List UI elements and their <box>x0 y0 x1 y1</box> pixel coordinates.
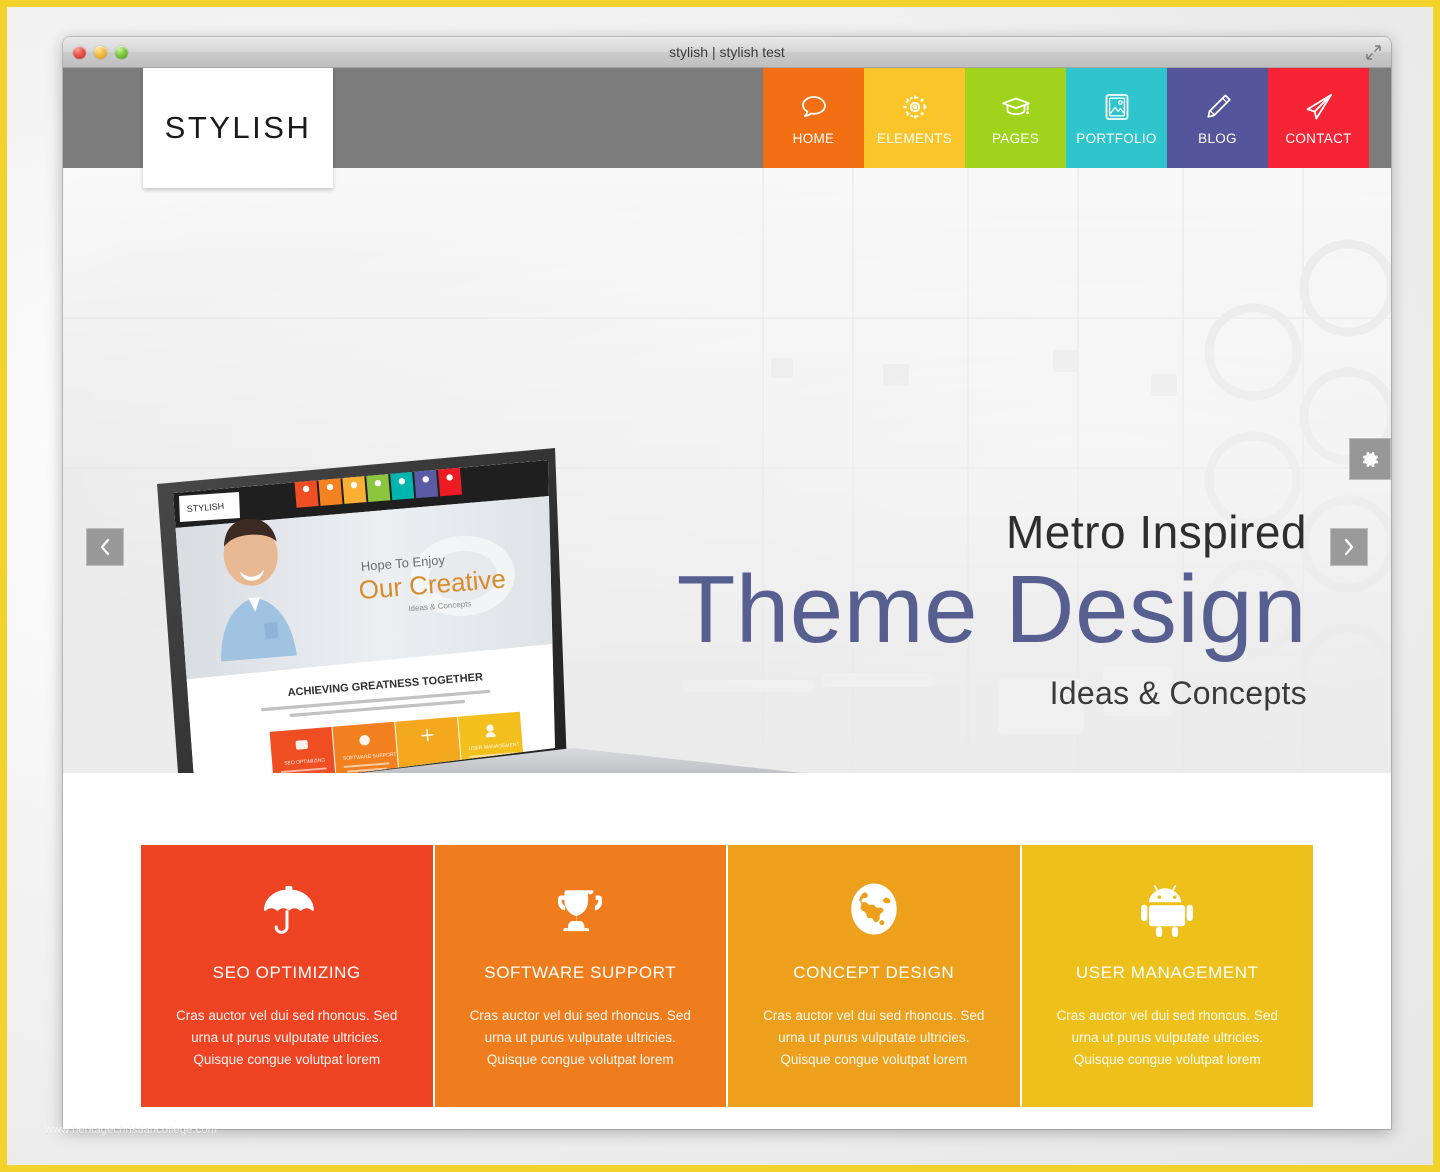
feature-card-description: Cras auctor vel dui sed rhoncus. Sed urn… <box>176 1008 398 1067</box>
site-header: STYLISH HOME ELEMENTS PAGES PORTFOLIO BL… <box>63 68 1391 188</box>
hero-line-3: Ideas & Concepts <box>1049 675 1307 712</box>
features-section: SEO OPTIMIZING Cras auctor vel dui sed r… <box>63 773 1391 1129</box>
slider-prev-button[interactable] <box>86 528 124 566</box>
globe-icon <box>746 875 1002 943</box>
nav-item-label: BLOG <box>1198 131 1237 146</box>
nav-item-portfolio[interactable]: PORTFOLIO <box>1066 68 1167 168</box>
feature-card-title: CONCEPT DESIGN <box>793 963 955 982</box>
settings-panel-toggle[interactable] <box>1349 438 1391 480</box>
feature-card-seo-optimizing[interactable]: SEO OPTIMIZING Cras auctor vel dui sed r… <box>141 845 433 1107</box>
nav-item-label: CONTACT <box>1285 131 1352 146</box>
trophy-icon <box>453 875 709 943</box>
paper-plane-icon <box>1302 90 1336 124</box>
hero-slider: STYLISH Hope To Enjoy Our Creative Ideas… <box>63 168 1391 773</box>
watermark-text: www.heritagechristiancollege.com <box>45 1124 218 1136</box>
graduation-cap-icon <box>999 90 1033 124</box>
page-viewport: STYLISH HOME ELEMENTS PAGES PORTFOLIO BL… <box>63 68 1391 1129</box>
nav-item-pages[interactable]: PAGES <box>965 68 1066 168</box>
gear-icon <box>898 90 932 124</box>
feature-card-description: Cras auctor vel dui sed rhoncus. Sed urn… <box>763 1008 985 1067</box>
hero-line-1: Metro Inspired <box>1005 506 1307 558</box>
chevron-left-icon <box>100 538 110 556</box>
browser-window: stylish | stylish test STYLISH HOME ELEM… <box>63 37 1391 1129</box>
nav-item-blog[interactable]: BLOG <box>1167 68 1268 168</box>
feature-card-software-support[interactable]: SOFTWARE SUPPORT Cras auctor vel dui sed… <box>434 845 726 1107</box>
nav-item-contact[interactable]: CONTACT <box>1268 68 1369 168</box>
site-logo-text: STYLISH <box>164 110 312 145</box>
umbrella-icon <box>159 875 415 943</box>
pencil-icon <box>1201 90 1235 124</box>
site-logo[interactable]: STYLISH <box>143 68 333 188</box>
image-frame-icon <box>1100 90 1134 124</box>
nav-item-home[interactable]: HOME <box>763 68 864 168</box>
main-navigation: HOME ELEMENTS PAGES PORTFOLIO BLOG CONTA… <box>763 68 1369 168</box>
window-title: stylish | stylish test <box>669 44 785 60</box>
nav-item-label: PAGES <box>991 131 1040 146</box>
feature-card-title: USER MANAGEMENT <box>1075 963 1259 982</box>
speech-bubble-icon <box>797 90 831 124</box>
android-robot-icon <box>1040 875 1296 943</box>
feature-card-user-management[interactable]: USER MANAGEMENT Cras auctor vel dui sed … <box>1021 845 1313 1107</box>
feature-card-title: SEO OPTIMIZING <box>212 963 361 982</box>
nav-item-label: HOME <box>792 131 835 146</box>
chevron-right-icon <box>1344 538 1354 556</box>
feature-card-title: SOFTWARE SUPPORT <box>484 963 677 982</box>
feature-card-description: Cras auctor vel dui sed rhoncus. Sed urn… <box>1056 1008 1278 1067</box>
hero-text-block: Metro Inspired Theme Design Ideas & Conc… <box>677 508 1307 712</box>
feature-cards: SEO OPTIMIZING Cras auctor vel dui sed r… <box>141 845 1313 1107</box>
hero-line-2: Theme Design <box>676 556 1307 664</box>
window-title-bar: stylish | stylish test <box>63 37 1391 68</box>
feature-card-concept-design[interactable]: CONCEPT DESIGN Cras auctor vel dui sed r… <box>728 845 1020 1107</box>
slider-next-button[interactable] <box>1330 528 1368 566</box>
nav-item-label: ELEMENTS <box>876 131 953 146</box>
nav-item-label: PORTFOLIO <box>1076 131 1157 146</box>
resize-icon[interactable] <box>1361 41 1385 63</box>
feature-card-description: Cras auctor vel dui sed rhoncus. Sed urn… <box>469 1008 691 1067</box>
gear-icon <box>1362 451 1378 467</box>
nav-item-elements[interactable]: ELEMENTS <box>864 68 965 168</box>
